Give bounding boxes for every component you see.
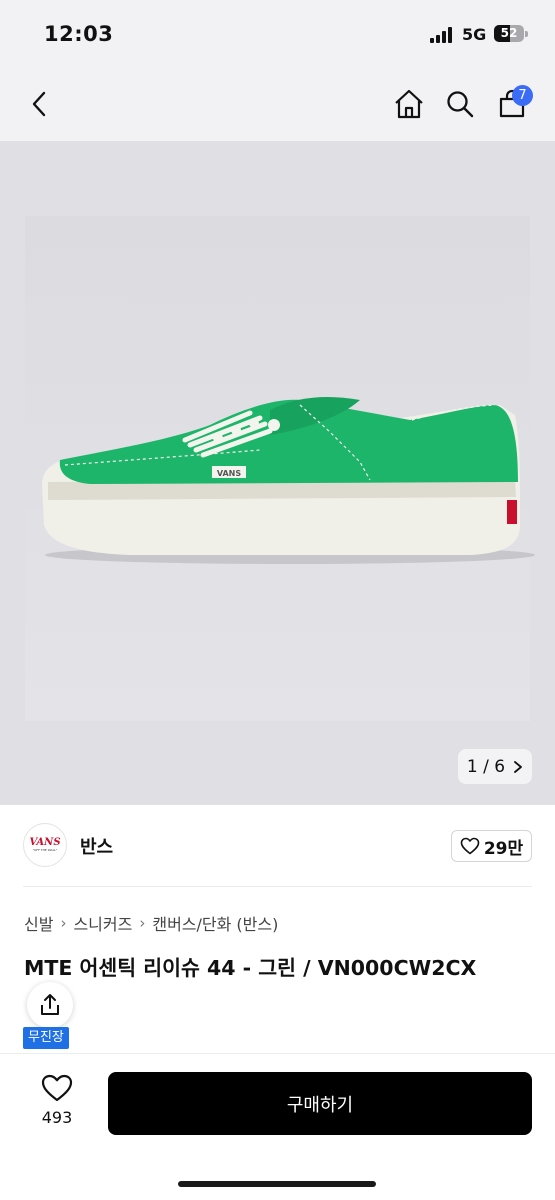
cart-count-badge: 7 — [512, 85, 533, 106]
product-image-gallery[interactable]: VANS 1 / 6 — [0, 141, 555, 805]
heart-icon — [460, 837, 480, 855]
wishlist-heart-icon[interactable] — [40, 1073, 74, 1103]
search-icon[interactable] — [442, 86, 478, 122]
brand-logo-text: VANS — [29, 836, 61, 848]
divider — [23, 886, 532, 887]
share-button[interactable] — [27, 982, 73, 1028]
chevron-right-icon — [514, 760, 522, 773]
chevron-right-icon: › — [60, 914, 67, 932]
home-indicator — [178, 1181, 376, 1187]
gallery-pager-label: 1 / 6 — [466, 756, 506, 777]
home-icon[interactable] — [391, 86, 427, 122]
nav-bar — [0, 68, 555, 141]
breadcrumb-item-canvas[interactable]: 캔버스/단화 (반스) — [152, 911, 278, 935]
brand-name-link[interactable]: 반스 — [80, 833, 113, 859]
brand-like-button[interactable]: 29만 — [451, 830, 532, 862]
product-photo: VANS — [42, 397, 535, 564]
wishlist-count: 493 — [41, 1108, 73, 1127]
product-title: MTE 어센틱 리이슈 44 - 그린 / VN000CW2CX — [24, 956, 477, 980]
back-icon[interactable] — [22, 86, 58, 122]
breadcrumb: 신발 › 스니커즈 › 캔버스/단화 (반스) — [24, 911, 278, 935]
brand-logo-subtext: "OFF THE WALL" — [32, 847, 58, 852]
brand-logo[interactable]: VANS "OFF THE WALL" — [23, 823, 67, 867]
brand-like-count: 29만 — [483, 838, 524, 859]
chevron-right-icon: › — [139, 914, 146, 932]
buy-button[interactable]: 구매하기 — [108, 1072, 532, 1135]
share-icon — [41, 994, 59, 1015]
status-time: 12:03 — [44, 22, 114, 46]
status-bar: 12:03 5G 52 — [0, 0, 555, 68]
signal-icon — [430, 27, 456, 43]
gallery-pager-button[interactable]: 1 / 6 — [458, 749, 532, 784]
battery-tip — [525, 31, 528, 37]
breadcrumb-item-sneakers[interactable]: 스니커즈 — [73, 911, 132, 935]
battery-level: 52 — [500, 26, 518, 40]
svg-text:VANS: VANS — [217, 469, 242, 478]
network-type: 5G — [462, 25, 487, 44]
breadcrumb-item-shoes[interactable]: 신발 — [24, 911, 53, 935]
product-tag-badge: 무진장 — [23, 1027, 69, 1049]
battery-icon: 52 — [494, 25, 524, 42]
